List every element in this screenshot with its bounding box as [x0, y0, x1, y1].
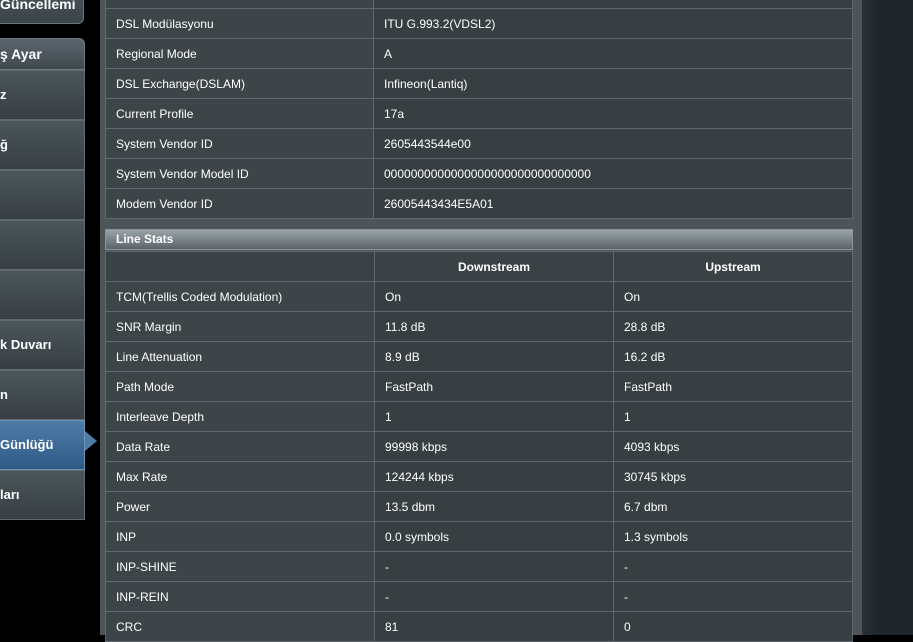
row-value: Infineon(Lantiq) — [373, 68, 853, 99]
row-label: Max Rate — [105, 461, 375, 492]
row-label: Line Attenuation — [105, 341, 375, 372]
table-row: DSL Exchange(DSLAM) Infineon(Lantiq) — [105, 68, 853, 99]
upstream-value: 4093 kbps — [613, 431, 853, 462]
table-row: DSL Modülasyonu ITU G.993.2(VDSL2) — [105, 8, 853, 39]
upstream-value: 0 — [613, 611, 853, 642]
upstream-value: 6.7 dbm — [613, 491, 853, 522]
row-label: System Vendor Model ID — [105, 158, 374, 189]
row-label: DSL Exchange(DSLAM) — [105, 68, 374, 99]
sidebar-item-7[interactable]: n — [0, 370, 85, 420]
table-row: SNR Margin 11.8 dB 28.8 dB — [105, 311, 853, 342]
row-label: DSL Modülasyonu — [105, 8, 374, 39]
downstream-value: 99998 kbps — [374, 431, 614, 462]
row-label: TCM(Trellis Coded Modulation) — [105, 281, 375, 312]
row-value: 2605443544e00 — [373, 128, 853, 159]
sidebar-item-3[interactable] — [0, 170, 85, 220]
row-label: System Vendor ID — [105, 128, 374, 159]
upstream-value: - — [613, 581, 853, 612]
downstream-value: 1 — [374, 401, 614, 432]
row-label: Path Mode — [105, 371, 375, 402]
sidebar: Güncellemi ş Ayar z ğ k Duvarı n Günlüğü… — [0, 0, 100, 635]
main-panel: DSL Modülasyonu ITU G.993.2(VDSL2) Regio… — [100, 0, 862, 642]
upstream-value: 30745 kbps — [613, 461, 853, 492]
row-label: Power — [105, 491, 375, 522]
sidebar-item-2[interactable]: ğ — [0, 120, 85, 170]
table-row: TCM(Trellis Coded Modulation) On On — [105, 281, 853, 312]
table-row — [105, 0, 853, 9]
sidebar-section-header: ş Ayar — [0, 38, 85, 70]
row-label: Interleave Depth — [105, 401, 375, 432]
upstream-value: 28.8 dB — [613, 311, 853, 342]
active-item-arrow-icon — [85, 431, 97, 451]
line-stats-table: Downstream Upstream TCM(Trellis Coded Mo… — [105, 251, 853, 642]
sidebar-item-9[interactable]: ları — [0, 470, 85, 520]
table-row: Max Rate 124244 kbps 30745 kbps — [105, 461, 853, 492]
downstream-value: 8.9 dB — [374, 341, 614, 372]
row-label: Data Rate — [105, 431, 375, 462]
row-value: ITU G.993.2(VDSL2) — [373, 8, 853, 39]
downstream-value: 11.8 dB — [374, 311, 614, 342]
dsl-info-table: DSL Modülasyonu ITU G.993.2(VDSL2) Regio… — [105, 0, 853, 219]
downstream-value: 124244 kbps — [374, 461, 614, 492]
row-value: A — [373, 38, 853, 69]
row-label: SNR Margin — [105, 311, 375, 342]
downstream-value: 81 — [374, 611, 614, 642]
downstream-value: 0.0 symbols — [374, 521, 614, 552]
row-label: CRC — [105, 611, 375, 642]
table-row: INP-REIN - - — [105, 581, 853, 612]
table-row: Line Attenuation 8.9 dB 16.2 dB — [105, 341, 853, 372]
table-row: System Vendor ID 2605443544e00 — [105, 128, 853, 159]
table-row: Path Mode FastPath FastPath — [105, 371, 853, 402]
sidebar-item-5[interactable] — [0, 270, 85, 320]
downstream-value: - — [374, 581, 614, 612]
downstream-value: FastPath — [374, 371, 614, 402]
column-header-blank — [105, 251, 375, 282]
row-label: Regional Mode — [105, 38, 374, 69]
table-row: CRC 81 0 — [105, 611, 853, 642]
downstream-value: 13.5 dbm — [374, 491, 614, 522]
sidebar-item-system-log[interactable]: Günlüğü — [0, 420, 85, 470]
upstream-value: 1.3 symbols — [613, 521, 853, 552]
sidebar-item-4[interactable] — [0, 220, 85, 270]
downstream-value: - — [374, 551, 614, 582]
column-header-downstream: Downstream — [374, 251, 614, 282]
row-value: 17a — [373, 98, 853, 129]
table-row: Modem Vendor ID 26005443434E5A01 — [105, 188, 853, 219]
table-header-row: Downstream Upstream — [105, 251, 853, 282]
row-value: 26005443434E5A01 — [373, 188, 853, 219]
page-background-strip — [862, 0, 913, 635]
row-label: Current Profile — [105, 98, 374, 129]
table-row: Current Profile 17a — [105, 98, 853, 129]
downstream-value: On — [374, 281, 614, 312]
table-row: INP 0.0 symbols 1.3 symbols — [105, 521, 853, 552]
table-row: Data Rate 99998 kbps 4093 kbps — [105, 431, 853, 462]
upstream-value: FastPath — [613, 371, 853, 402]
upstream-value: 16.2 dB — [613, 341, 853, 372]
row-label: INP — [105, 521, 375, 552]
row-label: INP-REIN — [105, 581, 375, 612]
sidebar-item-firmware-update[interactable]: Güncellemi — [0, 0, 84, 24]
table-row: Regional Mode A — [105, 38, 853, 69]
table-row: Power 13.5 dbm 6.7 dbm — [105, 491, 853, 522]
sidebar-item-1[interactable]: z — [0, 70, 85, 120]
upstream-value: On — [613, 281, 853, 312]
row-value: 0000000000000000000000000000000 — [373, 158, 853, 189]
row-label — [105, 0, 374, 9]
line-stats-header: Line Stats — [105, 229, 853, 250]
row-value — [373, 0, 853, 9]
upstream-value: - — [613, 551, 853, 582]
row-label: INP-SHINE — [105, 551, 375, 582]
column-header-upstream: Upstream — [613, 251, 853, 282]
table-row: INP-SHINE - - — [105, 551, 853, 582]
upstream-value: 1 — [613, 401, 853, 432]
table-row: Interleave Depth 1 1 — [105, 401, 853, 432]
row-label: Modem Vendor ID — [105, 188, 374, 219]
table-row: System Vendor Model ID 00000000000000000… — [105, 158, 853, 189]
sidebar-item-firewall[interactable]: k Duvarı — [0, 320, 85, 370]
